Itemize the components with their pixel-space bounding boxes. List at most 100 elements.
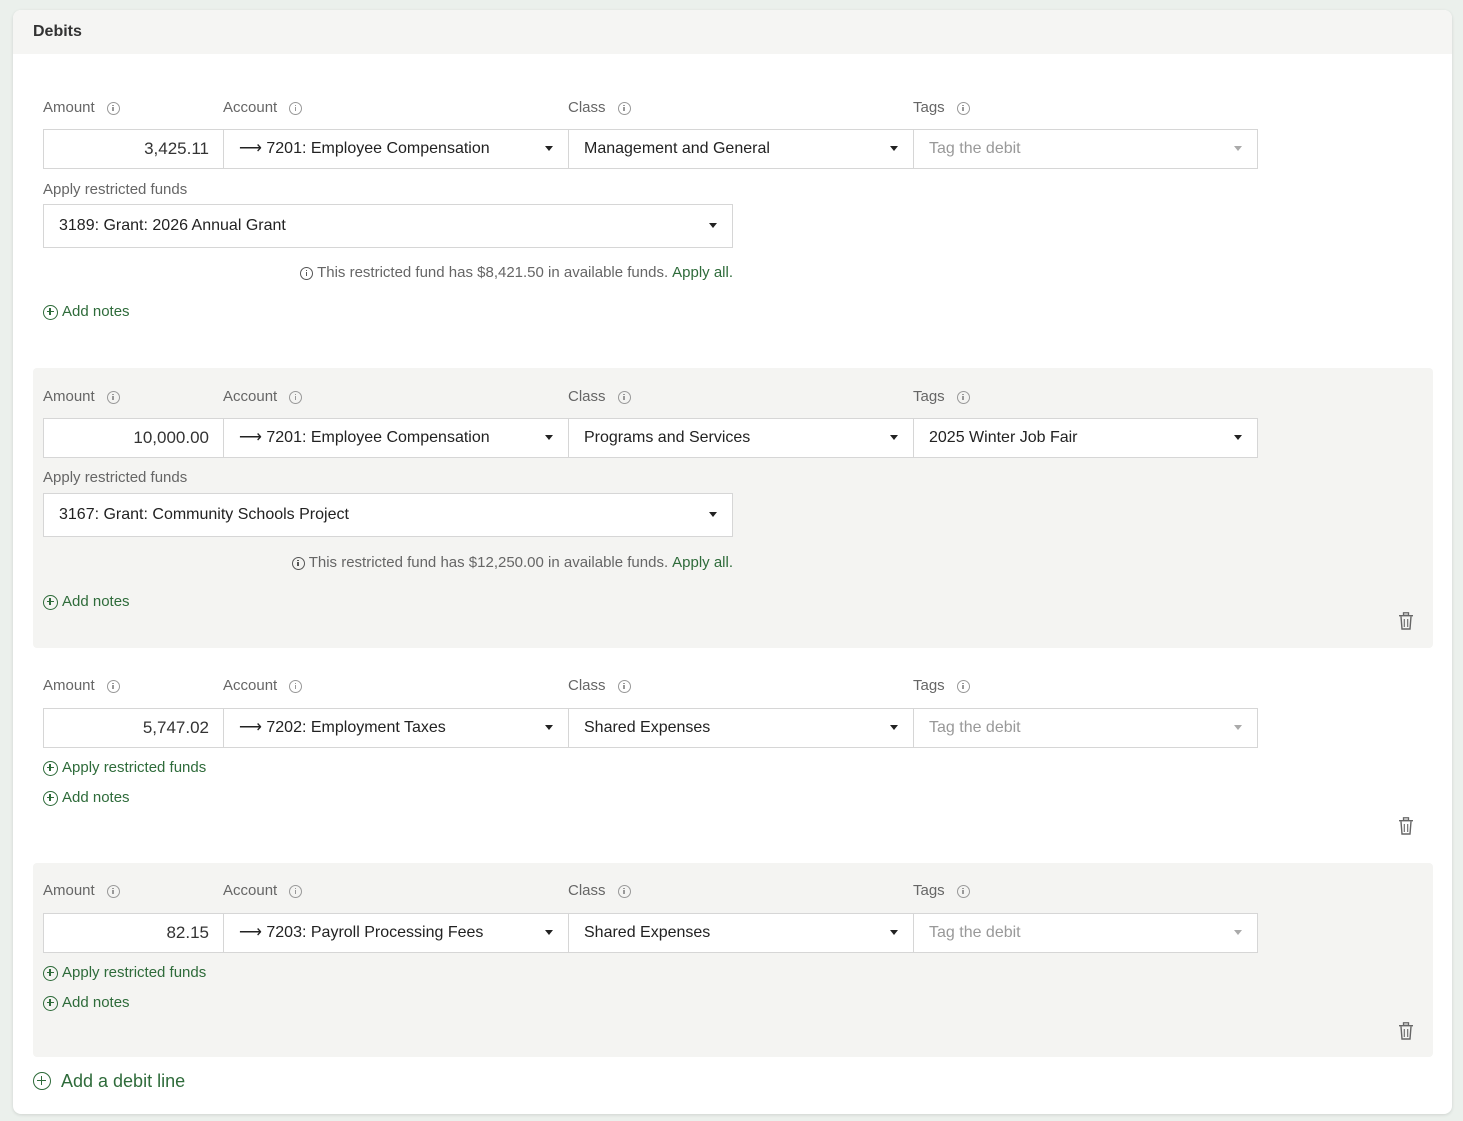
amount-label: Amount [43, 882, 120, 900]
restricted-fund-select[interactable]: 3167: Grant: Community Schools Project [43, 493, 733, 537]
class-select-value: Shared Expenses [584, 719, 711, 736]
account-select-value: ⟶ 7201: Employee Compensation [239, 429, 490, 446]
caret-down-icon [545, 146, 553, 151]
tags-select[interactable]: Tag the debit [913, 129, 1258, 169]
info-icon[interactable] [106, 679, 120, 693]
debit-line-1: Amount Account Class Tags 3,425.11 ⟶ 720… [33, 64, 1433, 366]
add-debit-line-button[interactable]: Add a debit line [33, 1070, 185, 1092]
caret-down-icon [890, 725, 898, 730]
info-icon[interactable] [289, 101, 303, 115]
add-debit-line-label: Add a debit line [61, 1071, 186, 1091]
caret-down-icon [890, 146, 898, 151]
fund-availability-text: This restricted fund has $8,421.50 in av… [317, 264, 669, 281]
info-icon[interactable] [956, 390, 970, 404]
caret-down-icon [1234, 146, 1242, 151]
amount-label: Amount [43, 99, 120, 117]
account-select-value: ⟶ 7203: Payroll Processing Fees [239, 924, 484, 941]
tags-select-value: 2025 Winter Job Fair [929, 429, 1078, 446]
info-icon[interactable] [956, 101, 970, 115]
section-title: Debits [13, 10, 1452, 54]
info-icon [291, 556, 305, 570]
tags-select[interactable]: 2025 Winter Job Fair [913, 418, 1258, 458]
amount-input[interactable]: 5,747.02 [43, 708, 224, 748]
info-icon [300, 266, 314, 280]
class-label: Class [568, 388, 631, 406]
account-select[interactable]: ⟶ 7201: Employee Compensation [223, 418, 569, 458]
tags-select[interactable]: Tag the debit [913, 708, 1258, 748]
info-icon[interactable] [289, 884, 303, 898]
class-select[interactable]: Shared Expenses [568, 913, 914, 953]
class-label: Class [568, 882, 631, 900]
restricted-fund-help: This restricted fund has $12,250.00 in a… [291, 554, 733, 572]
tags-label: Tags [913, 677, 970, 695]
account-label: Account [223, 882, 303, 900]
amount-label: Amount [43, 677, 120, 695]
apply-restricted-funds-link[interactable]: Apply restricted funds [43, 964, 206, 982]
class-label: Class [568, 677, 631, 695]
tags-placeholder: Tag the debit [929, 719, 1021, 736]
info-icon[interactable] [106, 390, 120, 404]
apply-restricted-funds-label: Apply restricted funds [43, 181, 188, 198]
debit-line-3: Amount Account Class Tags 5,747.02 ⟶ 720… [33, 650, 1433, 860]
amount-input[interactable]: 3,425.11 [43, 129, 224, 169]
apply-restricted-funds-label: Apply restricted funds [43, 469, 188, 486]
caret-down-icon [890, 435, 898, 440]
info-icon[interactable] [289, 679, 303, 693]
class-select[interactable]: Shared Expenses [568, 708, 914, 748]
account-select-value: ⟶ 7202: Employment Taxes [239, 719, 446, 736]
apply-restricted-funds-link[interactable]: Apply restricted funds [43, 759, 206, 777]
account-select[interactable]: ⟶ 7202: Employment Taxes [223, 708, 569, 748]
tags-label: Tags [913, 99, 970, 117]
account-select[interactable]: ⟶ 7201: Employee Compensation [223, 129, 569, 169]
add-notes-link[interactable]: Add notes [43, 593, 130, 611]
info-icon[interactable] [617, 884, 631, 898]
amount-input[interactable]: 10,000.00 [43, 418, 224, 458]
apply-all-link[interactable]: Apply all. [672, 264, 733, 282]
class-select-value: Shared Expenses [584, 924, 711, 941]
debit-line-2: Amount Account Class Tags 10,000.00 ⟶ 72… [33, 368, 1433, 648]
debit-line-4: Amount Account Class Tags 82.15 ⟶ 7203: … [33, 863, 1433, 1057]
tags-select[interactable]: Tag the debit [913, 913, 1258, 953]
add-notes-link[interactable]: Add notes [43, 789, 130, 807]
info-icon[interactable] [617, 390, 631, 404]
class-select[interactable]: Programs and Services [568, 418, 914, 458]
class-label: Class [568, 99, 631, 117]
amount-label: Amount [43, 388, 120, 406]
info-icon[interactable] [617, 101, 631, 115]
amount-input[interactable]: 82.15 [43, 913, 224, 953]
info-icon[interactable] [956, 884, 970, 898]
fund-availability-text: This restricted fund has $12,250.00 in a… [308, 554, 669, 571]
plus-circle-icon [43, 304, 58, 320]
trash-icon[interactable] [1398, 1022, 1414, 1040]
add-notes-link[interactable]: Add notes [43, 994, 130, 1012]
trash-icon[interactable] [1398, 817, 1414, 835]
class-select[interactable]: Management and General [568, 129, 914, 169]
trash-icon[interactable] [1398, 612, 1414, 630]
restricted-fund-select[interactable]: 3189: Grant: 2026 Annual Grant [43, 204, 733, 248]
account-label: Account [223, 388, 303, 406]
class-select-value: Programs and Services [584, 429, 751, 446]
caret-down-icon [1234, 725, 1242, 730]
info-icon[interactable] [617, 679, 631, 693]
tags-placeholder: Tag the debit [929, 140, 1021, 157]
caret-down-icon [545, 725, 553, 730]
account-select[interactable]: ⟶ 7203: Payroll Processing Fees [223, 913, 569, 953]
info-icon[interactable] [106, 101, 120, 115]
account-select-value: ⟶ 7201: Employee Compensation [239, 140, 490, 157]
add-notes-link[interactable]: Add notes [43, 303, 130, 321]
apply-all-link[interactable]: Apply all. [672, 554, 733, 572]
info-icon[interactable] [289, 390, 303, 404]
caret-down-icon [890, 930, 898, 935]
restricted-fund-value: 3167: Grant: Community Schools Project [59, 506, 349, 523]
plus-circle-icon [43, 790, 58, 806]
tags-label: Tags [913, 388, 970, 406]
caret-down-icon [1234, 435, 1242, 440]
account-label: Account [223, 99, 303, 117]
info-icon[interactable] [106, 884, 120, 898]
info-icon[interactable] [956, 679, 970, 693]
debits-panel: Debits Amount Account Class Tags 3,425.1… [13, 10, 1452, 1114]
plus-circle-icon [33, 1072, 51, 1090]
account-label: Account [223, 677, 303, 695]
caret-down-icon [709, 223, 717, 228]
plus-circle-icon [43, 760, 58, 776]
